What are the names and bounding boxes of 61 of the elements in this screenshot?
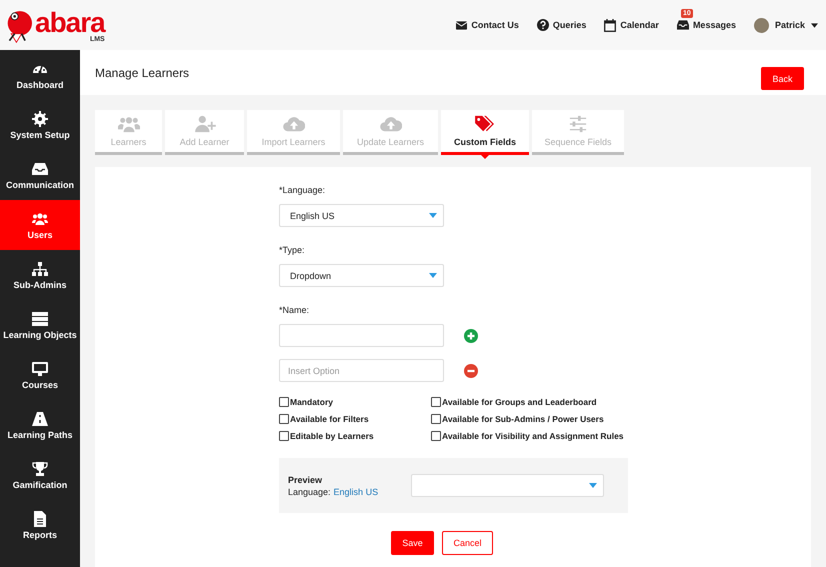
inbox-icon [676,20,689,30]
preview-title: Preview [288,474,324,484]
language-dropdown[interactable]: English US [279,204,444,227]
page-title: Manage Learners [95,66,190,80]
nav-link[interactable]: Queries [536,19,586,31]
user-plus-icon [194,115,216,133]
logo-wordmark: abara [35,10,105,36]
checkbox-option[interactable]: Available for Groups and Leaderboard [431,396,624,408]
type-dropdown[interactable]: Dropdown [279,264,444,287]
remove-icon[interactable] [464,364,478,378]
road-icon [32,410,48,426]
name-input[interactable] [279,324,444,347]
nav-link[interactable]: Calendar [604,18,659,32]
checkbox-option[interactable]: Editable by Learners [279,430,431,442]
option-input[interactable]: Insert Option [279,359,444,382]
sidebar-item[interactable]: Sub-Admins [0,250,80,300]
caret-icon [811,22,818,28]
cancel-button[interactable]: Cancel [442,531,493,555]
server-icon [32,310,48,326]
save-button[interactable]: Save [391,531,434,555]
users-icon [32,210,48,226]
field-label: *Name: [279,305,310,315]
sidebar-item[interactable]: Courses [0,350,80,400]
sidebar-item[interactable]: Reports [0,500,80,550]
sidebar-item[interactable]: Learning Paths [0,400,80,450]
checkbox-option[interactable]: Available for Filters [279,413,431,425]
sidebar-item[interactable]: Dashboard [0,50,80,100]
field-label: *Language: [279,185,326,195]
caret-icon [589,483,598,488]
preview-language-value: English US [334,486,378,496]
sidebar-item[interactable]: Learning Objects [0,300,80,350]
nav-link[interactable]: Contact Us [456,20,519,30]
inbox-icon [32,160,48,176]
gear-icon [32,110,48,126]
checkbox-option[interactable]: Available for Sub-Admins / Power Users [431,413,624,425]
preview-language-label: Language: [288,486,331,496]
checkbox-option[interactable]: Mandatory [279,396,431,408]
envelope-icon [456,20,468,30]
monitor-icon [32,360,48,376]
caret-icon [429,273,437,278]
checkbox-option[interactable]: Available for Visibility and Assignment Rules [431,430,624,442]
sitemap-icon [32,260,48,276]
field-label: *Type: [279,245,306,255]
user-menu[interactable]: Patrick [754,18,818,32]
cloud-icon [282,115,304,133]
sidebar-item[interactable]: Communication [0,150,80,200]
sidebar-item[interactable]: Users [0,200,80,250]
avatar-icon [754,18,769,32]
tags-icon [474,115,496,133]
cloud-icon [380,115,402,133]
question-icon [536,19,549,31]
sidebar-item[interactable]: Gamification [0,450,80,500]
trophy-icon [32,460,48,476]
back-button[interactable]: Back [761,67,804,90]
sliders-icon [567,115,589,133]
caret-icon [429,213,437,218]
file-icon [32,510,48,526]
sidebar-item[interactable]: System Setup [0,100,80,150]
calendar-icon [604,18,616,32]
users-icon [118,115,140,133]
add-icon[interactable] [464,328,478,342]
